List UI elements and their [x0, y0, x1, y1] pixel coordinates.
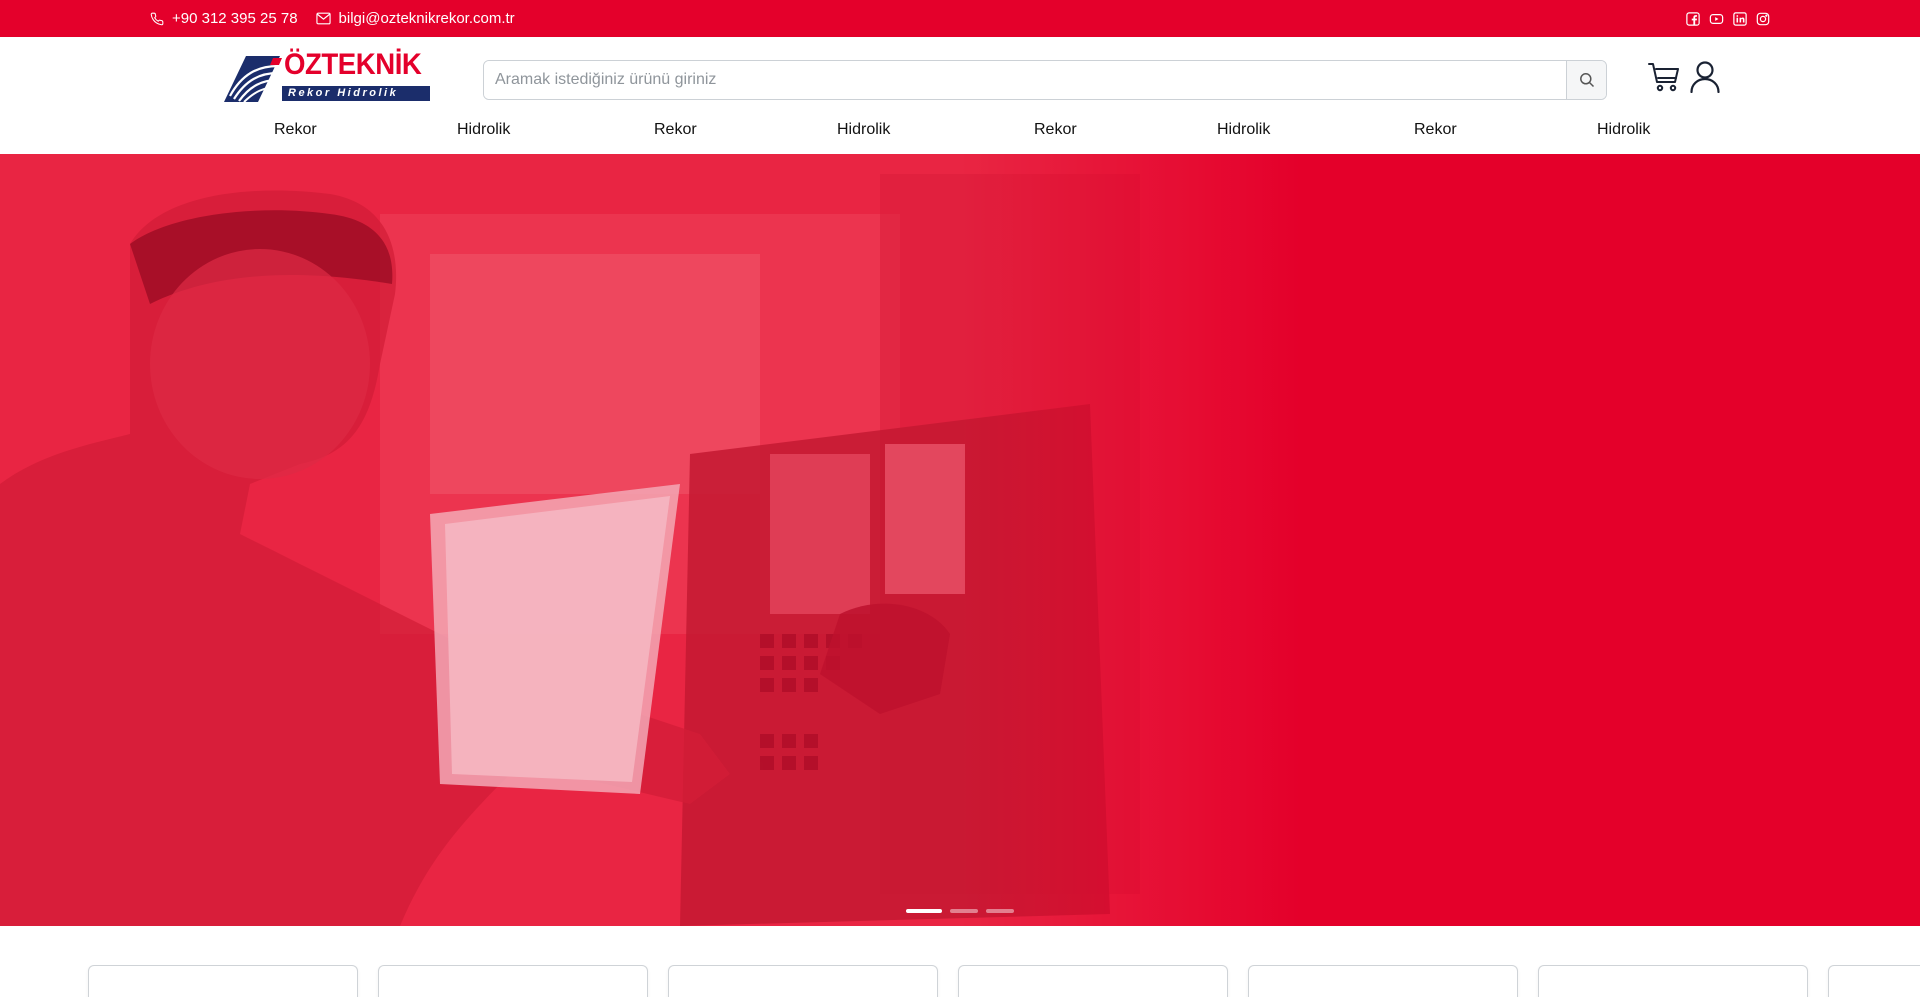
category-card[interactable]: [1248, 965, 1518, 997]
nav-item-hidrolik[interactable]: Hidrolik: [1217, 121, 1270, 139]
linkedin-icon[interactable]: [1733, 11, 1747, 26]
slide-indicator-3[interactable]: [986, 909, 1014, 913]
category-cards: [0, 965, 1920, 997]
header-actions: [1648, 61, 1720, 93]
nav-item-hidrolik[interactable]: Hidrolik: [457, 121, 510, 139]
category-card[interactable]: [88, 965, 358, 997]
category-card[interactable]: [668, 965, 938, 997]
top-bar: +90 312 395 25 78 bilgi@ozteknikrekor.co…: [0, 0, 1920, 37]
slider-indicators: [0, 909, 1920, 913]
search-bar: [483, 60, 1607, 100]
hero-slider[interactable]: [0, 154, 1920, 926]
slide-indicator-2[interactable]: [950, 909, 978, 913]
logo-wordmark: ÖZTEKNİK: [284, 48, 422, 81]
instagram-icon[interactable]: [1756, 12, 1770, 26]
phone-link[interactable]: +90 312 395 25 78: [150, 10, 298, 27]
slide-indicator-1[interactable]: [906, 909, 942, 913]
search-icon: [1579, 73, 1594, 88]
category-card[interactable]: [1538, 965, 1808, 997]
logo-tagline: Rekor Hidrolik: [288, 87, 399, 99]
main-nav: Rekor Hidrolik Rekor Hidrolik Rekor Hidr…: [0, 113, 1920, 153]
brand-logo[interactable]: ÖZTEKNİK Rekor Hidrolik: [224, 48, 432, 104]
search-button[interactable]: [1566, 61, 1606, 99]
nav-item-hidrolik[interactable]: Hidrolik: [837, 121, 890, 139]
envelope-icon: [315, 12, 331, 25]
category-card[interactable]: [378, 965, 648, 997]
phone-icon: [150, 12, 164, 25]
hero-image: [0, 154, 1920, 926]
youtube-icon[interactable]: [1709, 12, 1724, 26]
email-address: bilgi@ozteknikrekor.com.tr: [338, 10, 515, 27]
phone-number: +90 312 395 25 78: [172, 10, 298, 27]
nav-item-rekor[interactable]: Rekor: [1414, 121, 1457, 139]
email-link[interactable]: bilgi@ozteknikrekor.com.tr: [315, 10, 515, 27]
nav-item-rekor[interactable]: Rekor: [274, 121, 317, 139]
nav-item-hidrolik[interactable]: Hidrolik: [1597, 121, 1650, 139]
cart-icon[interactable]: [1648, 62, 1680, 92]
contact-info: +90 312 395 25 78 bilgi@ozteknikrekor.co…: [150, 0, 515, 37]
user-icon[interactable]: [1690, 61, 1720, 93]
site-header: ÖZTEKNİK Rekor Hidrolik Rekor Hidrolik R…: [0, 37, 1920, 154]
nav-item-rekor[interactable]: Rekor: [654, 121, 697, 139]
category-card[interactable]: [958, 965, 1228, 997]
nav-item-rekor[interactable]: Rekor: [1034, 121, 1077, 139]
social-links: [1686, 0, 1770, 37]
facebook-icon[interactable]: [1686, 11, 1700, 26]
search-input[interactable]: [484, 61, 1566, 99]
category-card[interactable]: [1828, 965, 1920, 997]
